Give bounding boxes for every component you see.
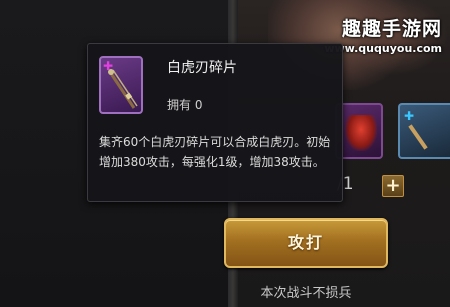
staff-fragment-icon	[408, 124, 428, 150]
no-troop-loss-note: 本次战斗不损兵	[260, 286, 352, 301]
item-owned-count: 拥有 0	[167, 98, 203, 112]
item-icon-frame: ✚	[99, 56, 143, 114]
red-plume-item-icon	[345, 115, 377, 151]
item-tooltip: ✚ 白虎刃碎片 拥有 0 集齐60个白虎刃碎片可以合成白虎刃。初始增加380攻击…	[87, 43, 343, 202]
add-attempts-button[interactable]: +	[382, 175, 404, 197]
reward-slot-staff-fragment[interactable]: ✚	[398, 103, 450, 159]
purple-staff-fragment-icon	[108, 69, 138, 109]
attack-button-label: 攻打	[287, 233, 324, 252]
puzzle-piece-icon: ✚	[404, 109, 415, 123]
item-description: 集齐60个白虎刃碎片可以合成白虎刃。初始增加380攻击，每强化1级，增加38攻击…	[99, 135, 331, 169]
attack-button[interactable]: 攻打	[224, 218, 388, 268]
item-name: 白虎刃碎片	[167, 60, 237, 76]
watermark-title: 趣趣手游网	[341, 18, 442, 40]
